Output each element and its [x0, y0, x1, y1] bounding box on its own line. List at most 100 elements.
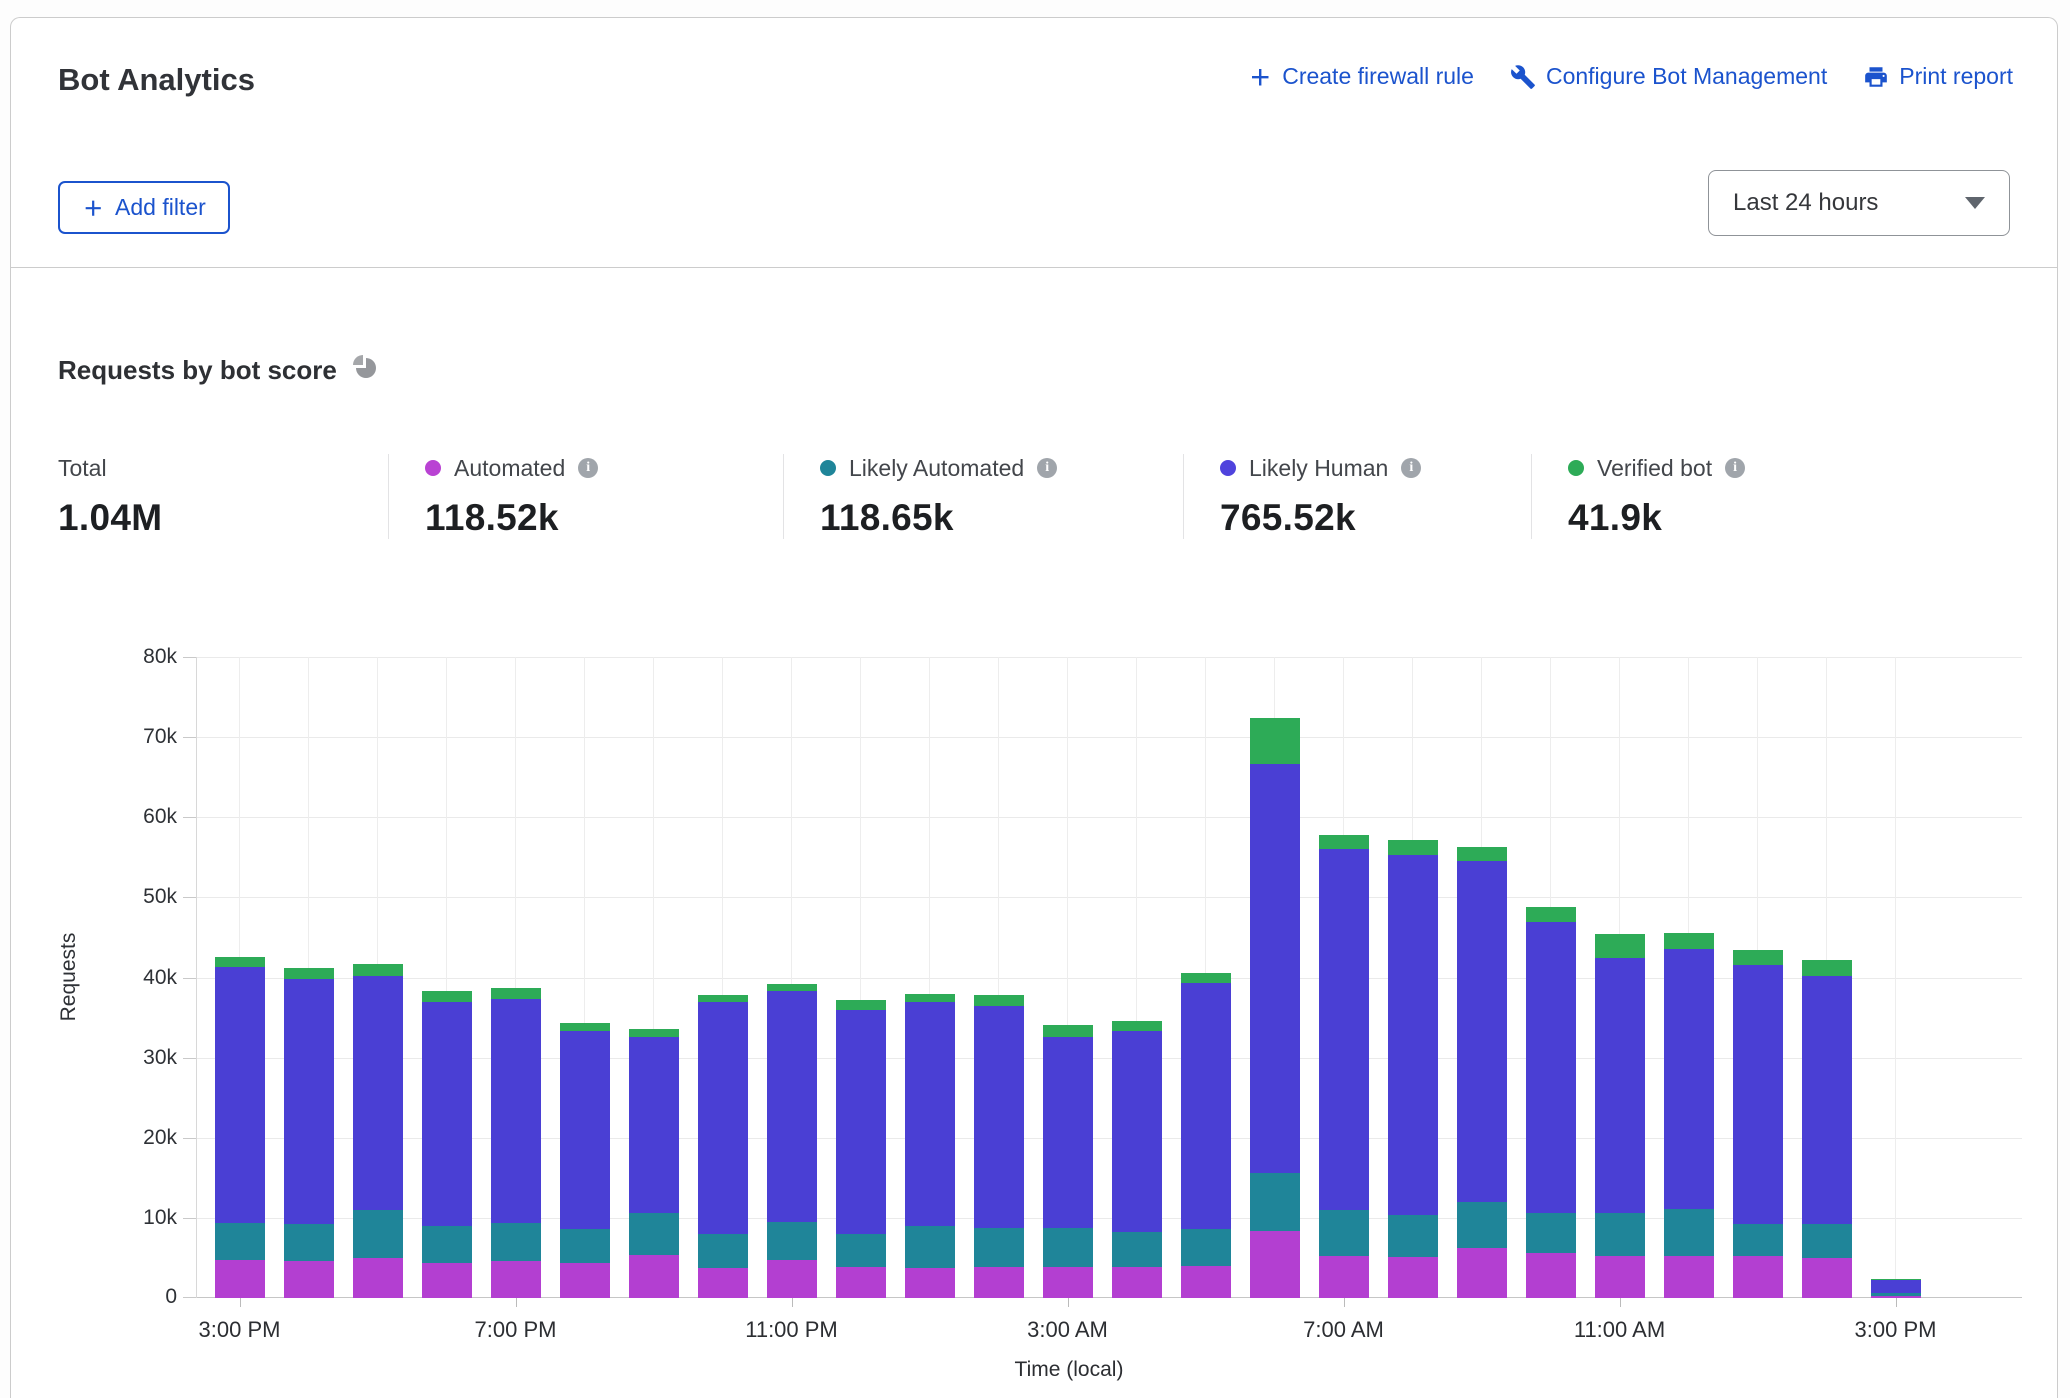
bar-segment-verified-bot: [422, 991, 472, 1002]
bar-segment-likely-automated: [1319, 1210, 1369, 1256]
stat-total-label: Total: [58, 455, 107, 482]
bar-segment-likely-human: [1457, 861, 1507, 1202]
chevron-down-icon: [1965, 197, 1985, 209]
bar-segment-verified-bot: [560, 1023, 610, 1031]
bar-segment-verified-bot: [767, 984, 817, 991]
bar-segment-verified-bot: [905, 994, 955, 1002]
configure-bot-management-label: Configure Bot Management: [1546, 63, 1827, 90]
x-axis-title: Time (local): [1015, 1358, 1124, 1382]
bar-column: [895, 657, 964, 1298]
time-range-value: Last 24 hours: [1733, 189, 1878, 217]
bar-segment-likely-human: [284, 979, 334, 1224]
wrench-icon: [1510, 64, 1536, 90]
x-tick-mark: [516, 1298, 517, 1307]
time-range-select[interactable]: Last 24 hours: [1708, 170, 2010, 236]
bar-segment-likely-human: [1802, 976, 1852, 1224]
bar-segment-verified-bot: [353, 964, 403, 976]
bar-segment-likely-human: [767, 991, 817, 1222]
bar-segment-automated: [974, 1267, 1024, 1298]
stat-automated-label: Automated: [454, 455, 565, 482]
bar-column: [412, 657, 481, 1298]
bar-segment-verified-bot: [1802, 960, 1852, 976]
y-tick-mark: [183, 897, 196, 898]
likely-human-legend-dot: [1220, 460, 1236, 476]
bar-segment-automated: [1595, 1256, 1645, 1298]
bar-segment-likely-human: [422, 1002, 472, 1226]
bar-segment-likely-human: [1871, 1280, 1921, 1293]
bar-segment-likely-human: [353, 976, 403, 1210]
y-tick-mark: [183, 1138, 196, 1139]
create-firewall-rule-link[interactable]: Create firewall rule: [1248, 63, 1474, 90]
bar-segment-likely-automated: [1043, 1228, 1093, 1267]
bar-segment-likely-automated: [1181, 1229, 1231, 1266]
y-tick-label: 20k: [143, 1126, 177, 1150]
bar-column: [205, 657, 274, 1298]
bar-column: [964, 657, 1033, 1298]
bar-segment-likely-automated: [215, 1223, 265, 1260]
bar-segment-likely-human: [1388, 855, 1438, 1215]
configure-bot-management-link[interactable]: Configure Bot Management: [1510, 63, 1827, 90]
stat-likely-human: Likely Human i 765.52k: [1183, 454, 1531, 539]
bar-segment-verified-bot: [1457, 847, 1507, 861]
y-tick-mark: [183, 657, 196, 658]
bar-segment-likely-human: [1112, 1031, 1162, 1232]
bar-segment-likely-human: [1043, 1037, 1093, 1228]
x-tick-mark: [1896, 1298, 1897, 1307]
print-report-link[interactable]: Print report: [1863, 63, 2013, 90]
bar-segment-likely-human: [1526, 922, 1576, 1213]
bar-segment-verified-bot: [1319, 835, 1369, 849]
info-icon[interactable]: i: [1725, 458, 1745, 478]
bar-segment-likely-human: [1595, 958, 1645, 1213]
x-tick-mark: [1620, 1298, 1621, 1307]
bar-segment-automated: [1043, 1267, 1093, 1298]
bar-column: [550, 657, 619, 1298]
stat-likely-automated: Likely Automated i 118.65k: [783, 454, 1183, 539]
bar-column: [1723, 657, 1792, 1298]
bar-segment-likely-human: [491, 999, 541, 1223]
x-tick-label: 7:00 PM: [475, 1317, 557, 1343]
bar-segment-likely-automated: [1388, 1215, 1438, 1257]
bar-segment-verified-bot: [698, 995, 748, 1002]
bar-segment-likely-automated: [698, 1234, 748, 1268]
info-icon[interactable]: i: [578, 458, 598, 478]
bar-segment-verified-bot: [836, 1000, 886, 1010]
y-axis-title: Requests: [57, 933, 81, 1022]
y-tick-label: 40k: [143, 966, 177, 990]
verified-bot-legend-dot: [1568, 460, 1584, 476]
bar-column: [343, 657, 412, 1298]
bar-segment-likely-automated: [284, 1224, 334, 1261]
bar-segment-likely-human: [905, 1002, 955, 1226]
bar-segment-verified-bot: [1526, 907, 1576, 922]
info-icon[interactable]: i: [1401, 458, 1421, 478]
bar-segment-automated: [491, 1261, 541, 1298]
bar-segment-automated: [1388, 1257, 1438, 1298]
add-filter-button[interactable]: Add filter: [58, 181, 230, 234]
x-tick-mark: [1068, 1298, 1069, 1307]
bar-segment-automated: [1181, 1266, 1231, 1298]
bar-column: [274, 657, 343, 1298]
bar-segment-automated: [422, 1263, 472, 1298]
bar-segment-automated: [215, 1260, 265, 1298]
info-icon[interactable]: i: [1037, 458, 1057, 478]
y-tick-label: 50k: [143, 885, 177, 909]
bar-segment-verified-bot: [1250, 718, 1300, 764]
bar-segment-likely-automated: [1526, 1213, 1576, 1253]
stat-total: Total 1.04M: [58, 454, 388, 539]
y-tick-label: 70k: [143, 725, 177, 749]
stat-likely-automated-value: 118.65k: [820, 497, 1163, 539]
bar-segment-automated: [353, 1258, 403, 1298]
y-tick-label: 60k: [143, 805, 177, 829]
bar-segment-verified-bot: [1181, 973, 1231, 983]
stat-automated-value: 118.52k: [425, 497, 763, 539]
bar-segment-automated: [284, 1261, 334, 1298]
pie-chart-icon: [352, 354, 378, 387]
bar-segment-likely-automated: [1457, 1202, 1507, 1248]
bar-segment-likely-automated: [1664, 1209, 1714, 1256]
bar-column: [688, 657, 757, 1298]
bar-segment-likely-automated: [905, 1226, 955, 1268]
y-tick-mark: [183, 1058, 196, 1059]
bar-segment-likely-automated: [491, 1223, 541, 1261]
bar-segment-automated: [1802, 1258, 1852, 1298]
x-tick-label: 11:00 PM: [745, 1317, 838, 1343]
bar-column: [1378, 657, 1447, 1298]
